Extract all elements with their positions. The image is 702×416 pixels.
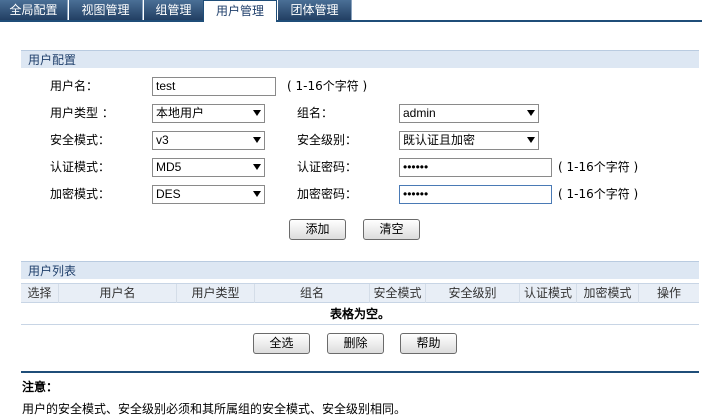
user-type-value: 本地用户 [156, 106, 205, 120]
security-level-label: 安全级别： [297, 133, 358, 147]
tab-user-management[interactable]: 用户管理 [203, 0, 277, 22]
table-empty-message: 表格为空。 [21, 303, 699, 325]
column-action: 操作 [656, 286, 681, 300]
column-group: 组名 [255, 284, 370, 303]
security-level-value: 既认证且加密 [403, 133, 476, 147]
add-button[interactable]: 添加 [289, 219, 346, 240]
chevron-down-icon [527, 110, 535, 116]
username-label: 用户名： [50, 79, 99, 93]
encryption-password-label: 加密密码： [297, 187, 358, 201]
security-mode-value: v3 [156, 133, 169, 147]
chevron-down-icon [253, 110, 261, 116]
help-button[interactable]: 帮助 [400, 333, 457, 354]
auth-password-hint: ( 1-16个字符 ) [558, 160, 639, 174]
note-title: 注意： [22, 380, 59, 394]
column-select: 选择 [21, 284, 59, 303]
chevron-down-icon [253, 164, 261, 170]
tab-group-management[interactable]: 组管理 [144, 0, 204, 20]
auth-password-input[interactable]: •••••• [399, 158, 552, 177]
encryption-password-hint: ( 1-16个字符 ) [558, 187, 639, 201]
encryption-mode-value: DES [156, 187, 181, 201]
delete-button[interactable]: 删除 [327, 333, 384, 354]
column-username: 用户名 [59, 284, 177, 303]
user-type-select[interactable]: 本地用户 [152, 104, 265, 123]
table-header: 选择 用户名 用户类型 组名 安全模式 安全级别 认证模式 加密模式 操作 [21, 283, 699, 303]
group-select[interactable]: admin [399, 104, 539, 123]
tab-global-config[interactable]: 全局配置 [0, 0, 68, 20]
group-label: 组名： [297, 106, 334, 120]
chevron-down-icon [527, 137, 535, 143]
username-input[interactable]: test [152, 77, 276, 96]
auth-mode-select[interactable]: MD5 [152, 158, 265, 177]
auth-password-label: 认证密码： [297, 160, 358, 174]
security-mode-select[interactable]: v3 [152, 131, 265, 150]
column-encryption-mode: 加密模式 [577, 284, 639, 303]
user-config-header: 用户配置 [21, 50, 699, 68]
user-type-label: 用户类型 ： [50, 106, 114, 120]
user-list-header: 用户列表 [21, 261, 699, 279]
username-hint: ( 1-16个字符 ) [287, 79, 368, 93]
auth-mode-label: 认证模式： [50, 160, 111, 174]
auth-mode-value: MD5 [156, 160, 182, 174]
column-security-level: 安全级别 [426, 284, 520, 303]
chevron-down-icon [253, 191, 261, 197]
chevron-down-icon [253, 137, 261, 143]
select-all-button[interactable]: 全选 [253, 333, 310, 354]
column-security-mode: 安全模式 [370, 284, 426, 303]
tab-view-management[interactable]: 视图管理 [69, 0, 143, 20]
encryption-mode-select[interactable]: DES [152, 185, 265, 204]
group-value: admin [403, 106, 436, 120]
clear-button[interactable]: 清空 [363, 219, 420, 240]
column-auth-mode: 认证模式 [520, 284, 577, 303]
encryption-mode-label: 加密模式： [50, 187, 111, 201]
security-mode-label: 安全模式： [50, 133, 111, 147]
security-level-select[interactable]: 既认证且加密 [399, 131, 539, 150]
tab-community-management[interactable]: 团体管理 [278, 0, 352, 20]
column-user-type: 用户类型 [177, 284, 255, 303]
divider [21, 371, 699, 373]
note-body: 用户的安全模式、安全级别必须和其所属组的安全模式、安全级别相同。 [22, 402, 407, 416]
encryption-password-input[interactable]: •••••• [399, 185, 552, 204]
tab-bar: 全局配置 视图管理 组管理 用户管理 团体管理 [0, 0, 702, 22]
